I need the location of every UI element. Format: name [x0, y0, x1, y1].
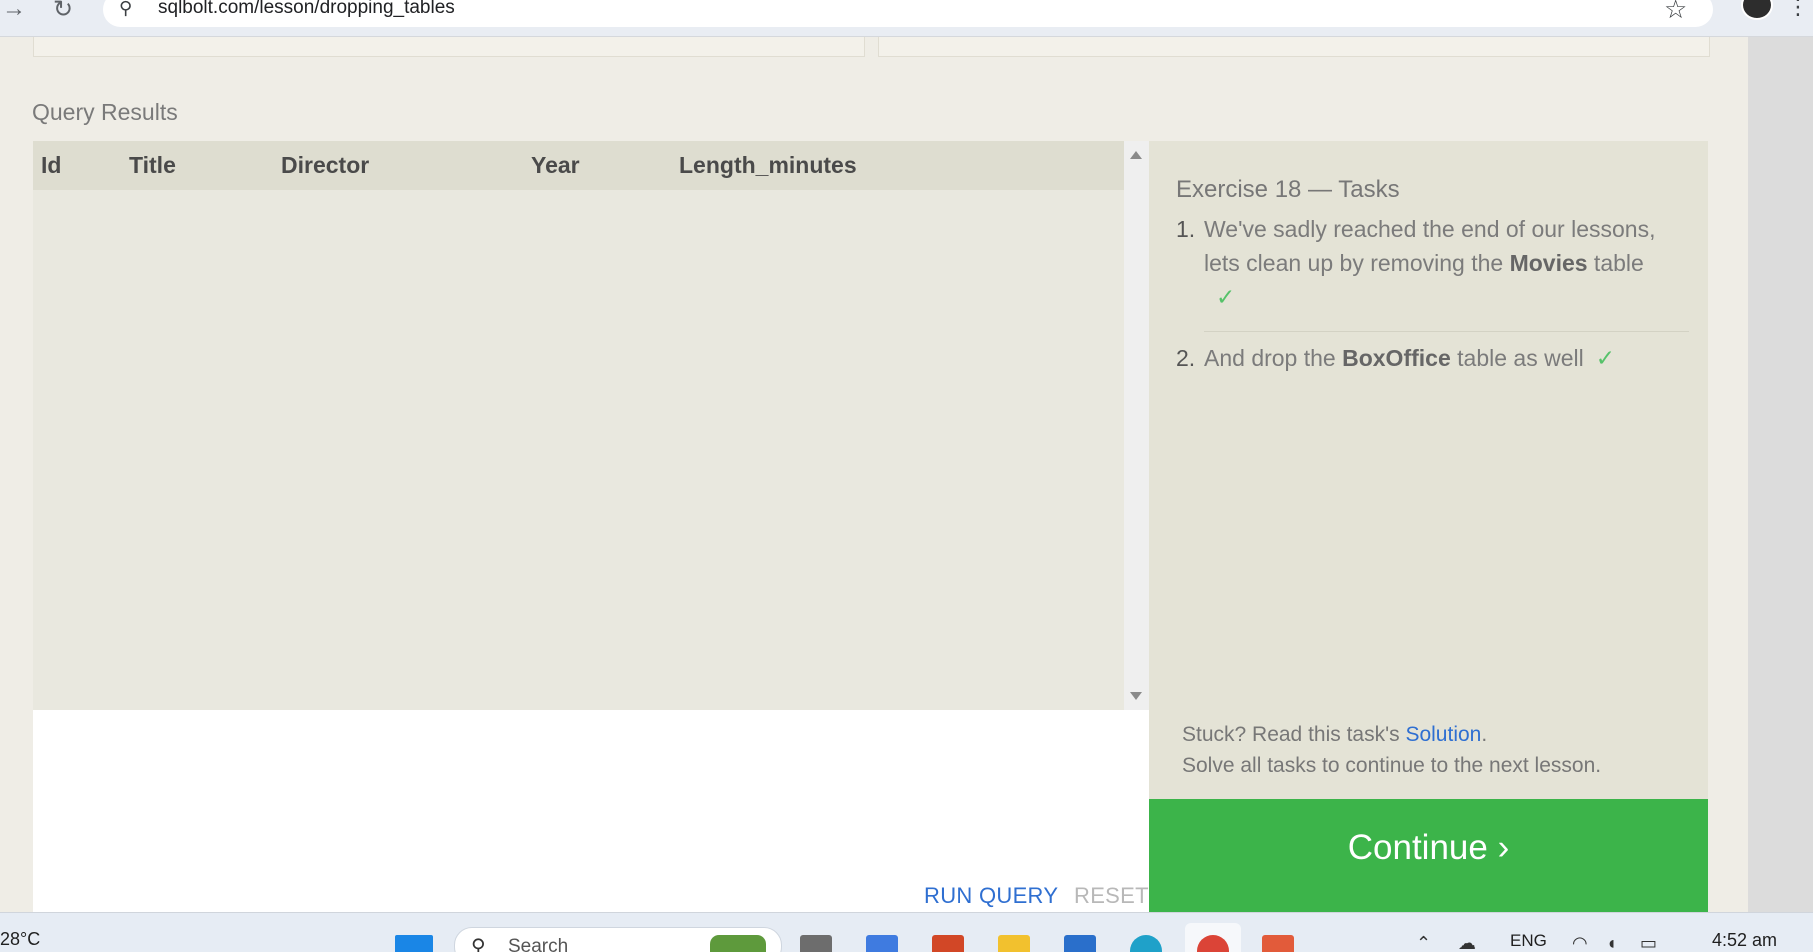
windows-start-icon[interactable] [395, 935, 433, 952]
os-taskbar: 28°C ⚲ Search ⌃ ☁ ENG ◠ ◖ ▭ 4:52 am [0, 912, 1813, 952]
reload-icon[interactable]: ↻ [53, 0, 73, 24]
task-number: 1. [1176, 216, 1196, 242]
task-item-2: 2. And drop the BoxOffice table as well ✓ [1176, 341, 1686, 381]
chrome-icon [1197, 935, 1229, 952]
browser-toolbar: → ↻ ⚲ sqlbolt.com/lesson/dropping_tables… [0, 0, 1813, 37]
address-bar[interactable]: ⚲ sqlbolt.com/lesson/dropping_tables [103, 0, 1713, 27]
taskbar-search-box[interactable]: ⚲ Search [454, 927, 782, 952]
column-header-title: Title [129, 152, 176, 178]
volume-icon[interactable]: ◖ [1606, 933, 1617, 952]
query-results-heading: Query Results [32, 99, 178, 125]
wifi-icon[interactable]: ◠ [1572, 933, 1588, 952]
column-header-director: Director [281, 152, 370, 178]
taskbar-search-placeholder: Search [508, 936, 569, 952]
column-header-id: Id [41, 152, 62, 178]
edge-icon[interactable] [1130, 935, 1162, 952]
browser-menu-icon[interactable]: ⋮ [1787, 0, 1809, 20]
checkmark-icon: ✓ [1216, 284, 1236, 310]
clock-time[interactable]: 4:52 am [1712, 930, 1777, 951]
store-icon[interactable] [1064, 935, 1096, 952]
tray-overflow-icon[interactable]: ⌃ [1416, 933, 1431, 952]
exercise-title: Exercise 18 — Tasks [1176, 176, 1400, 203]
results-table: Id Title Director Year Length_minutes [33, 141, 1124, 710]
battery-icon[interactable]: ▭ [1640, 933, 1657, 952]
tasks-panel: Exercise 18 — Tasks 1. We've sadly reach… [1149, 141, 1708, 799]
results-header-row: Id Title Director Year Length_minutes [33, 141, 1124, 190]
weather-widget[interactable]: 28°C [0, 929, 40, 950]
task-divider [1204, 331, 1689, 332]
scroll-down-arrow-icon[interactable] [1130, 692, 1142, 700]
previous-section-panel [878, 37, 1710, 57]
table-name-boxoffice: BoxOffice [1342, 345, 1451, 371]
solve-all-hint: Solve all tasks to continue to the next … [1182, 754, 1602, 777]
url-text[interactable]: sqlbolt.com/lesson/dropping_tables [158, 0, 455, 19]
copilot-icon[interactable] [866, 935, 898, 952]
search-highlight-icon [710, 935, 766, 952]
solution-link[interactable]: Solution [1405, 723, 1481, 746]
profile-avatar[interactable] [1741, 0, 1773, 20]
language-indicator[interactable]: ENG [1510, 931, 1547, 951]
site-info-icon[interactable]: ⚲ [119, 0, 132, 19]
checkmark-icon: ✓ [1595, 345, 1615, 371]
forward-icon[interactable]: → [2, 0, 26, 23]
chrome-taskbar-button[interactable] [1185, 923, 1241, 952]
task-item-1: 1. We've sadly reached the end of our le… [1176, 212, 1686, 317]
previous-section-panel [33, 37, 865, 57]
run-query-button[interactable]: RUN QUERY [924, 883, 1058, 909]
task-number: 2. [1176, 345, 1196, 371]
bookmark-star-icon[interactable]: ☆ [1664, 0, 1687, 25]
query-editor[interactable]: RUN QUERY RESET [33, 710, 1149, 937]
task-view-icon[interactable] [800, 935, 832, 952]
column-header-length-minutes: Length_minutes [679, 152, 857, 178]
stuck-hint: Stuck? Read this task's Solution. [1182, 723, 1488, 746]
task-text: We've sadly reached the end of our lesso… [1204, 216, 1656, 310]
table-name-movies: Movies [1509, 250, 1588, 276]
scroll-up-arrow-icon[interactable] [1130, 151, 1142, 159]
tray-app-icon[interactable]: ☁ [1458, 933, 1476, 952]
page-scrollbar[interactable] [1748, 37, 1813, 912]
search-icon: ⚲ [471, 936, 486, 952]
column-header-year: Year [531, 152, 580, 178]
powerpoint-icon[interactable] [932, 935, 964, 952]
results-scrollbar[interactable] [1124, 141, 1149, 710]
lesson-page: Query Results Id Title Director Year Len… [0, 37, 1748, 937]
app-icon[interactable] [1262, 935, 1294, 952]
reset-button[interactable]: RESET [1074, 883, 1149, 909]
task-text: And drop the BoxOffice table as well ✓ [1204, 345, 1615, 371]
file-explorer-icon[interactable] [998, 935, 1030, 952]
